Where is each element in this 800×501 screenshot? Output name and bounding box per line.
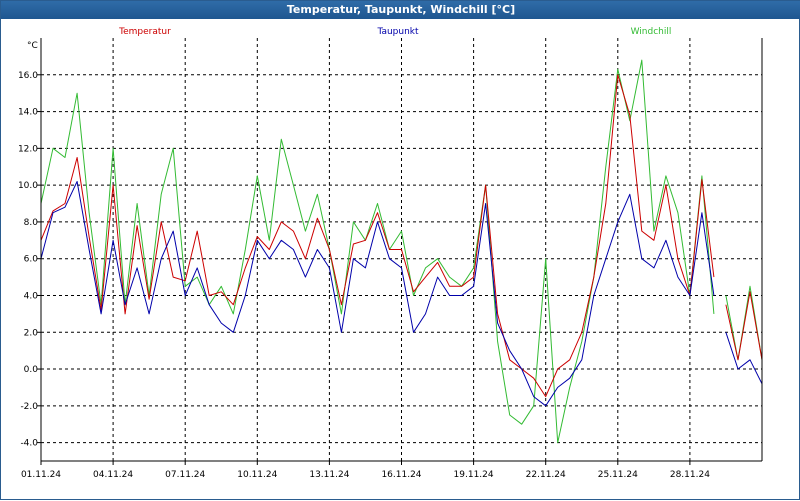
y-axis-label: °C [27,41,38,51]
line-chart: °C Temperatur Taupunkt Windchill 01.11.2… [18,27,763,480]
y-tick-label: 6.0 [24,255,39,265]
y-tick-label: -4.0 [20,439,38,449]
y-tick-label: 14.0 [18,108,38,118]
y-tick-label: 2.0 [24,328,39,338]
legend-dewpoint: Taupunkt [376,27,419,37]
y-tick-label: 12.0 [18,144,38,154]
x-tick-label: 19.11.24 [454,470,494,480]
y-tick-label: 4.0 [24,291,39,301]
x-tick-label: 01.11.24 [21,470,61,480]
x-tick-label: 28.11.24 [670,470,710,480]
chart-window: Temperatur, Taupunkt, Windchill [°C] °C … [0,0,800,500]
legend-temperature: Temperatur [118,27,171,37]
y-tick-label: 8.0 [24,218,39,228]
x-tick-label: 22.11.24 [526,470,566,480]
y-tick-label: 0.0 [24,365,39,375]
x-tick-label: 25.11.24 [598,470,638,480]
y-tick-label: -2.0 [20,402,38,412]
y-tick-label: 16.0 [18,71,38,81]
x-tick-label: 13.11.24 [309,470,349,480]
x-tick-label: 10.11.24 [237,470,277,480]
y-tick-label: 10.0 [18,181,38,191]
x-tick-label: 04.11.24 [93,470,133,480]
legend-windchill: Windchill [631,27,672,37]
x-tick-label: 07.11.24 [165,470,205,480]
x-tick-label: 16.11.24 [381,470,421,480]
